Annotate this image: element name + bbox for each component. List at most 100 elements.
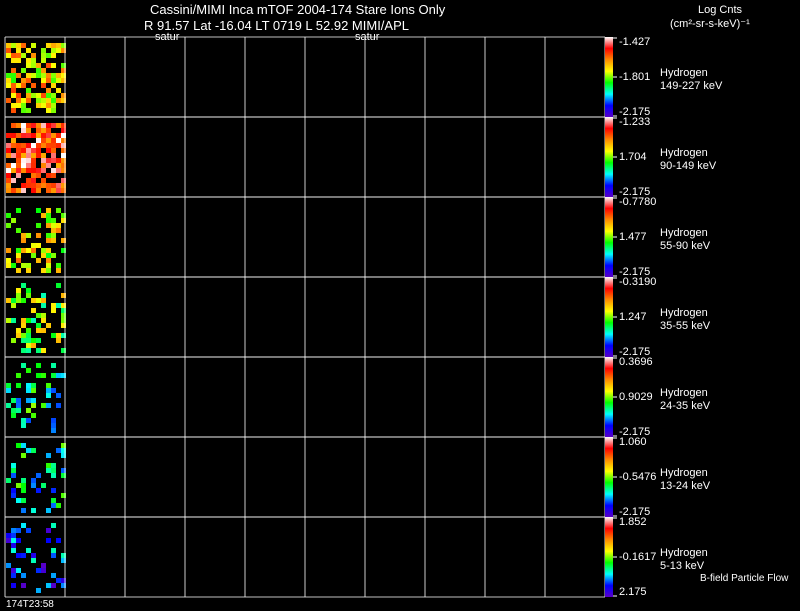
heatmap-cell bbox=[26, 348, 31, 353]
heatmap-cell bbox=[56, 123, 61, 128]
heatmap-cell bbox=[26, 388, 31, 393]
heatmap-cell bbox=[51, 488, 56, 493]
heatmap-cell bbox=[16, 398, 21, 403]
heatmap-cell bbox=[11, 548, 16, 553]
heatmap-cell bbox=[31, 298, 36, 303]
heatmap-cell bbox=[41, 138, 46, 143]
heatmap-cell bbox=[41, 568, 46, 573]
heatmap-cell bbox=[31, 163, 36, 168]
colorbar bbox=[605, 517, 613, 597]
heatmap-cell bbox=[51, 158, 56, 163]
heatmap-cell bbox=[11, 318, 16, 323]
heatmap-cell bbox=[11, 218, 16, 223]
heatmap-cell bbox=[16, 98, 21, 103]
heatmap-cell bbox=[11, 488, 16, 493]
heatmap-cell bbox=[46, 388, 51, 393]
colorbar-mid-label: -1.801 bbox=[619, 71, 651, 83]
heatmap-cell bbox=[31, 558, 36, 563]
heatmap-cell bbox=[6, 383, 11, 388]
heatmap-cell bbox=[26, 108, 31, 113]
heatmap-cell bbox=[26, 528, 31, 533]
heatmap-cell bbox=[41, 133, 46, 138]
heatmap-cell bbox=[56, 373, 61, 378]
heatmap-cell bbox=[26, 158, 31, 163]
heatmap-cell bbox=[21, 488, 26, 493]
heatmap-cell bbox=[11, 338, 16, 343]
heatmap-cell bbox=[46, 63, 51, 68]
heatmap-cell bbox=[16, 83, 21, 88]
heatmap-cell bbox=[11, 543, 16, 548]
heatmap-cell bbox=[36, 323, 41, 328]
heatmap-cell bbox=[26, 48, 31, 53]
heatmap-cell bbox=[31, 158, 36, 163]
heatmap-cell bbox=[46, 88, 51, 93]
heatmap-cell bbox=[26, 293, 31, 298]
heatmap-cell bbox=[21, 423, 26, 428]
colorbar-max-label: 1.060 bbox=[619, 436, 647, 448]
heatmap-cell bbox=[36, 488, 41, 493]
heatmap-cell bbox=[16, 408, 21, 413]
heatmap-cell bbox=[21, 163, 26, 168]
heatmap-cell bbox=[36, 73, 41, 78]
heatmap-cell bbox=[11, 133, 16, 138]
heatmap-cell bbox=[26, 178, 31, 183]
energy-range-label: 5-13 keV bbox=[660, 560, 705, 572]
heatmap-cell bbox=[16, 163, 21, 168]
heatmap-cell bbox=[6, 133, 11, 138]
heatmap-cell bbox=[16, 253, 21, 258]
bfield-legend: B-field Particle Flow bbox=[700, 573, 789, 584]
heatmap-cell bbox=[56, 43, 61, 48]
heatmap-cell bbox=[46, 173, 51, 178]
heatmap-cell bbox=[31, 63, 36, 68]
heatmap-cell bbox=[41, 98, 46, 103]
heatmap-cell bbox=[26, 268, 31, 273]
heatmap-cell bbox=[21, 318, 26, 323]
heatmap-cell bbox=[36, 258, 41, 263]
heatmap-cell bbox=[36, 313, 41, 318]
heatmap-cell bbox=[11, 408, 16, 413]
heatmap-cell bbox=[41, 303, 46, 308]
heatmap-cell bbox=[6, 318, 11, 323]
heatmap-cell bbox=[11, 493, 16, 498]
heatmap-cell bbox=[11, 103, 16, 108]
heatmap-cell bbox=[21, 298, 26, 303]
heatmap-cell bbox=[41, 103, 46, 108]
heatmap-cell bbox=[51, 168, 56, 173]
heatmap-cell bbox=[6, 73, 11, 78]
heatmap-cell bbox=[46, 73, 51, 78]
heatmap-cell bbox=[46, 258, 51, 263]
heatmap-cell bbox=[16, 173, 21, 178]
heatmap-cell bbox=[46, 163, 51, 168]
heatmap-cell bbox=[41, 328, 46, 333]
heatmap-cell bbox=[16, 443, 21, 448]
heatmap-cell bbox=[16, 228, 21, 233]
heatmap-cell bbox=[16, 48, 21, 53]
heatmap-cell bbox=[21, 168, 26, 173]
heatmap-cell bbox=[51, 43, 56, 48]
heatmap-cell bbox=[56, 208, 61, 213]
heatmap-cell bbox=[36, 588, 41, 593]
heatmap-cell bbox=[26, 73, 31, 78]
heatmap-cell bbox=[31, 53, 36, 58]
heatmap-cell bbox=[11, 463, 16, 468]
heatmap-cell bbox=[6, 263, 11, 268]
heatmap-cell bbox=[46, 538, 51, 543]
heatmap-cell bbox=[46, 133, 51, 138]
heatmap-cell bbox=[21, 418, 26, 423]
heatmap-cell bbox=[56, 448, 61, 453]
heatmap-cell bbox=[51, 523, 56, 528]
heatmap-cell bbox=[46, 268, 51, 273]
heatmap-cell bbox=[31, 83, 36, 88]
heatmap-cell bbox=[6, 83, 11, 88]
heatmap-cell bbox=[6, 563, 11, 568]
heatmap-cell bbox=[11, 78, 16, 83]
heatmap-cell bbox=[26, 318, 31, 323]
heatmap-cell bbox=[56, 138, 61, 143]
heatmap-cell bbox=[31, 183, 36, 188]
heatmap-cell bbox=[11, 108, 16, 113]
heatmap-cell bbox=[31, 483, 36, 488]
heatmap-cell bbox=[36, 223, 41, 228]
colorbar-min-label: 2.175 bbox=[619, 586, 647, 598]
energy-range-label: 35-55 keV bbox=[660, 320, 711, 332]
heatmap-cell bbox=[46, 148, 51, 153]
